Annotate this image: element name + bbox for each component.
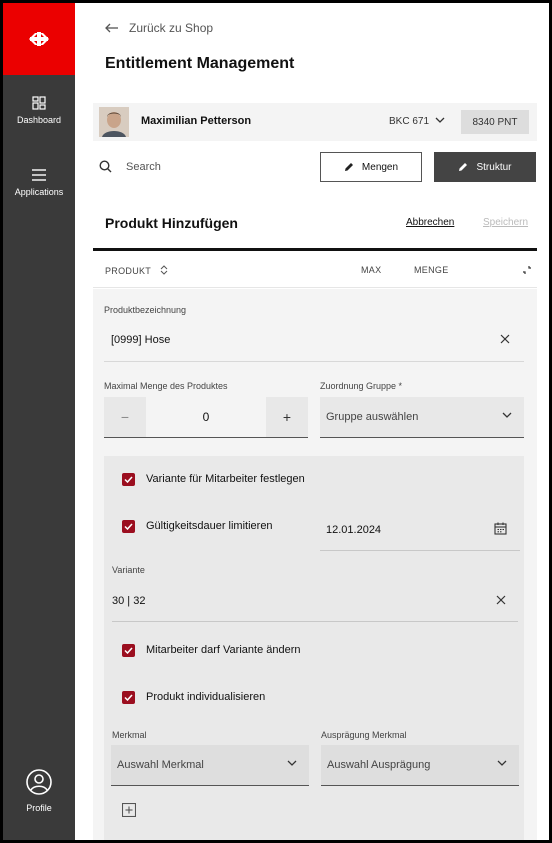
sidebar-item-label: Applications bbox=[14, 187, 64, 197]
feature-select-value: Auswahl Merkmal bbox=[117, 759, 204, 771]
check-icon bbox=[124, 523, 133, 530]
column-header-produkt[interactable]: PRODUKT bbox=[105, 265, 168, 276]
arrow-left-icon bbox=[105, 23, 118, 33]
dashboard-icon bbox=[32, 96, 46, 110]
variant-label: Variante bbox=[112, 565, 145, 575]
struktur-button-label: Struktur bbox=[476, 161, 512, 173]
individualize-checkbox[interactable] bbox=[122, 691, 135, 704]
section-title: Produkt Hinzufügen bbox=[105, 215, 238, 231]
app-window: Dashboard Applications Profile Zurück zu… bbox=[0, 0, 552, 843]
mengen-button[interactable]: Mengen bbox=[320, 152, 422, 182]
divider bbox=[320, 550, 520, 551]
expression-select[interactable]: Auswahl Ausprägung bbox=[321, 745, 519, 786]
chevron-down-icon bbox=[497, 760, 507, 766]
cancel-link[interactable]: Abbrechen bbox=[406, 217, 454, 228]
sidebar-item-applications[interactable]: Applications bbox=[3, 168, 75, 197]
user-code: BKC 671 bbox=[389, 116, 430, 127]
expression-select-value: Auswahl Ausprägung bbox=[327, 759, 431, 771]
group-label: Zuordnung Gruppe * bbox=[320, 381, 403, 391]
table-header: PRODUKT MAX MENGE bbox=[93, 252, 537, 288]
decrement-button[interactable]: − bbox=[104, 397, 146, 437]
search-bar[interactable]: Search bbox=[99, 160, 161, 173]
product-form: Produktbezeichnung [0999] Hose Maximal M… bbox=[93, 289, 537, 840]
expression-label: Ausprägung Merkmal bbox=[321, 730, 407, 740]
max-qty-label: Maximal Menge des Produktes bbox=[104, 381, 228, 391]
chevron-down-icon[interactable] bbox=[435, 117, 445, 123]
save-link[interactable]: Speichern bbox=[483, 217, 528, 228]
search-icon bbox=[99, 160, 112, 173]
check-icon bbox=[124, 476, 133, 483]
sort-icon bbox=[160, 265, 168, 275]
variant-panel: Variante für Mitarbeiter festlegen Gülti… bbox=[104, 456, 524, 840]
sidebar-item-label: Dashboard bbox=[16, 115, 62, 125]
sidebar-item-profile[interactable]: Profile bbox=[3, 769, 75, 813]
increment-button[interactable]: + bbox=[266, 397, 308, 437]
points-badge: 8340 PNT bbox=[461, 110, 529, 134]
group-select-value: Gruppe auswählen bbox=[326, 411, 419, 423]
back-link-label: Zurück zu Shop bbox=[129, 21, 214, 35]
sidebar: Dashboard Applications Profile bbox=[3, 3, 75, 840]
profile-icon bbox=[26, 769, 52, 795]
search-input[interactable]: Search bbox=[126, 161, 161, 173]
pencil-icon bbox=[459, 163, 468, 171]
close-icon[interactable] bbox=[500, 334, 510, 344]
change-variant-checkbox-label: Mitarbeiter darf Variante ändern bbox=[146, 644, 301, 656]
group-select[interactable]: Gruppe auswählen bbox=[320, 397, 524, 438]
column-header-max: MAX bbox=[361, 265, 382, 275]
individualize-checkbox-label: Produkt individualisieren bbox=[146, 691, 266, 703]
validity-checkbox[interactable] bbox=[122, 520, 135, 533]
date-field[interactable]: 12.01.2024 bbox=[326, 524, 381, 536]
struktur-button[interactable]: Struktur bbox=[434, 152, 536, 182]
variant-field[interactable]: 30 | 32 bbox=[112, 595, 145, 607]
section-divider bbox=[93, 248, 537, 251]
back-link[interactable]: Zurück zu Shop bbox=[105, 21, 213, 35]
chevron-down-icon bbox=[287, 760, 297, 766]
feature-label: Merkmal bbox=[112, 730, 147, 740]
change-variant-checkbox[interactable] bbox=[122, 644, 135, 657]
check-icon bbox=[124, 647, 133, 654]
page-title: Entitlement Management bbox=[105, 55, 295, 72]
close-icon[interactable] bbox=[496, 595, 506, 605]
variant-checkbox-label: Variante für Mitarbeiter festlegen bbox=[146, 473, 305, 485]
sbb-logo-icon[interactable] bbox=[3, 3, 75, 75]
user-name: Maximilian Petterson bbox=[141, 115, 252, 127]
product-field[interactable]: [0999] Hose bbox=[111, 334, 170, 346]
feature-select[interactable]: Auswahl Merkmal bbox=[111, 745, 309, 786]
sidebar-item-label: Profile bbox=[26, 803, 52, 813]
add-feature-icon[interactable] bbox=[122, 803, 136, 817]
check-icon bbox=[124, 694, 133, 701]
validity-checkbox-label: Gültigkeitsdauer limitieren bbox=[146, 520, 273, 532]
calendar-icon[interactable] bbox=[494, 522, 507, 535]
chevron-down-icon bbox=[502, 412, 512, 418]
divider bbox=[112, 621, 518, 622]
pencil-icon bbox=[344, 163, 353, 171]
main-content: Zurück zu Shop Entitlement Management Ma… bbox=[75, 3, 549, 840]
variant-checkbox[interactable] bbox=[122, 473, 135, 486]
collapse-icon[interactable] bbox=[522, 265, 532, 275]
sidebar-item-dashboard[interactable]: Dashboard bbox=[3, 96, 75, 125]
user-bar: Maximilian Petterson BKC 671 8340 PNT bbox=[93, 103, 537, 141]
mengen-button-label: Mengen bbox=[361, 161, 399, 173]
avatar bbox=[99, 107, 129, 137]
divider bbox=[104, 361, 524, 362]
quantity-stepper: − 0 + bbox=[104, 397, 308, 438]
quantity-field[interactable]: 0 bbox=[146, 397, 266, 437]
menu-icon bbox=[32, 169, 46, 181]
column-header-menge: MENGE bbox=[414, 265, 449, 275]
product-label: Produktbezeichnung bbox=[104, 305, 187, 315]
